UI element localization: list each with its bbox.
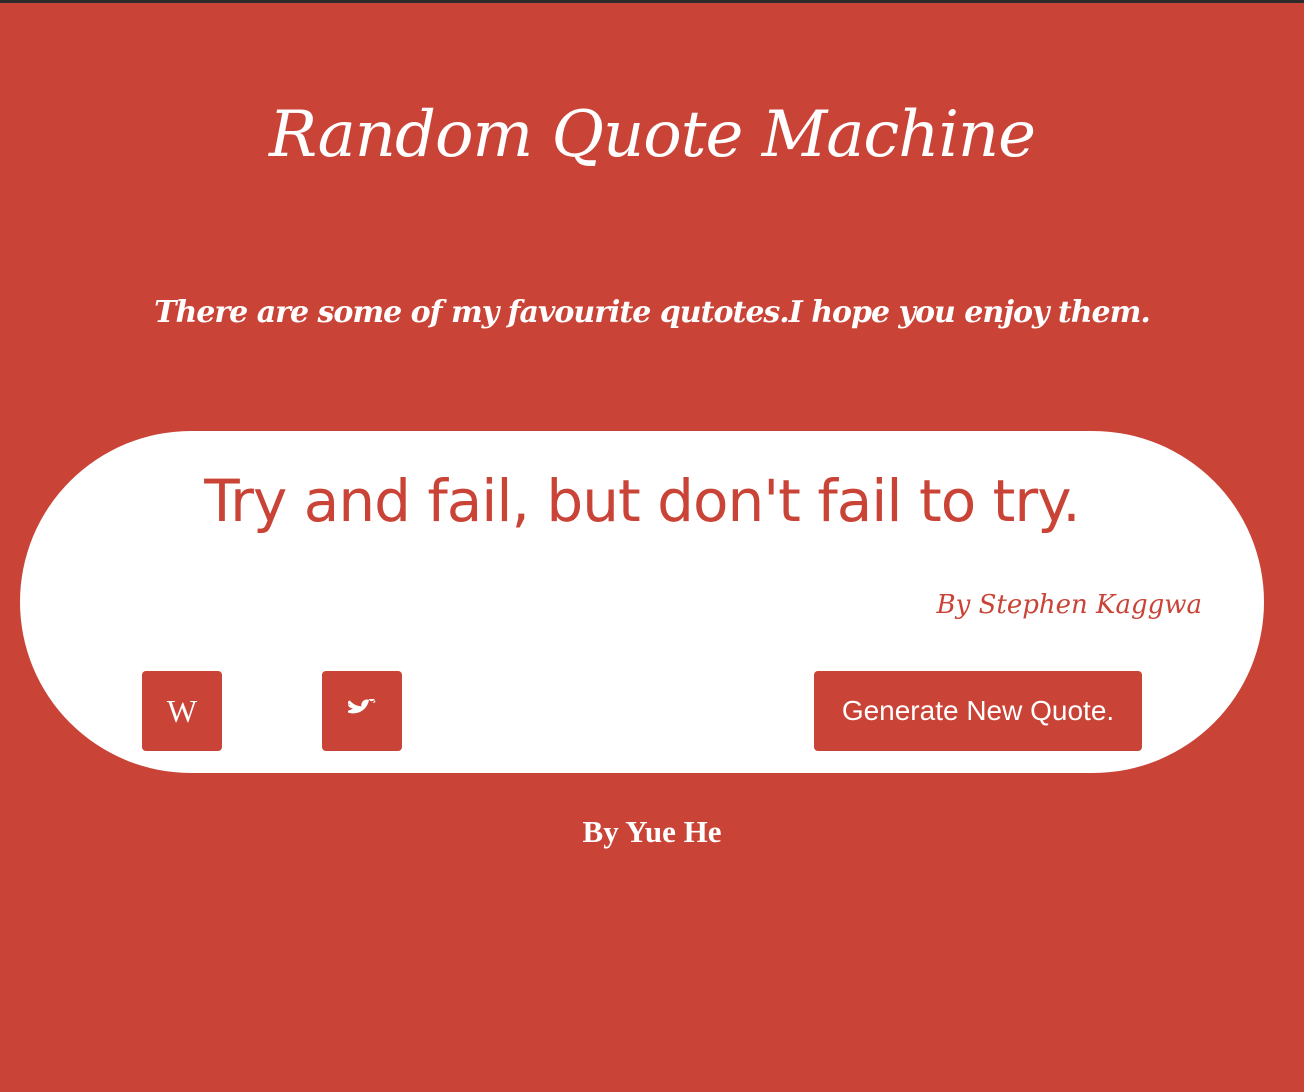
app-subtitle: There are some of my favourite qutotes.I… xyxy=(154,295,1151,330)
generate-quote-button[interactable]: Generate New Quote. xyxy=(814,671,1142,751)
footer-credit: By Yue He xyxy=(582,814,722,849)
twitter-icon xyxy=(348,699,376,714)
wikipedia-icon: W xyxy=(166,693,198,729)
quote-text: Try and fail, but don't fail to try. xyxy=(204,467,1080,535)
quote-author: By Stephen Kaggwa xyxy=(936,590,1202,620)
tweet-button[interactable] xyxy=(322,671,402,751)
quote-box: Try and fail, but don't fail to try. By … xyxy=(20,431,1264,773)
app-title: Random Quote Machine xyxy=(268,98,1036,172)
wikipedia-button[interactable]: W xyxy=(142,671,222,751)
